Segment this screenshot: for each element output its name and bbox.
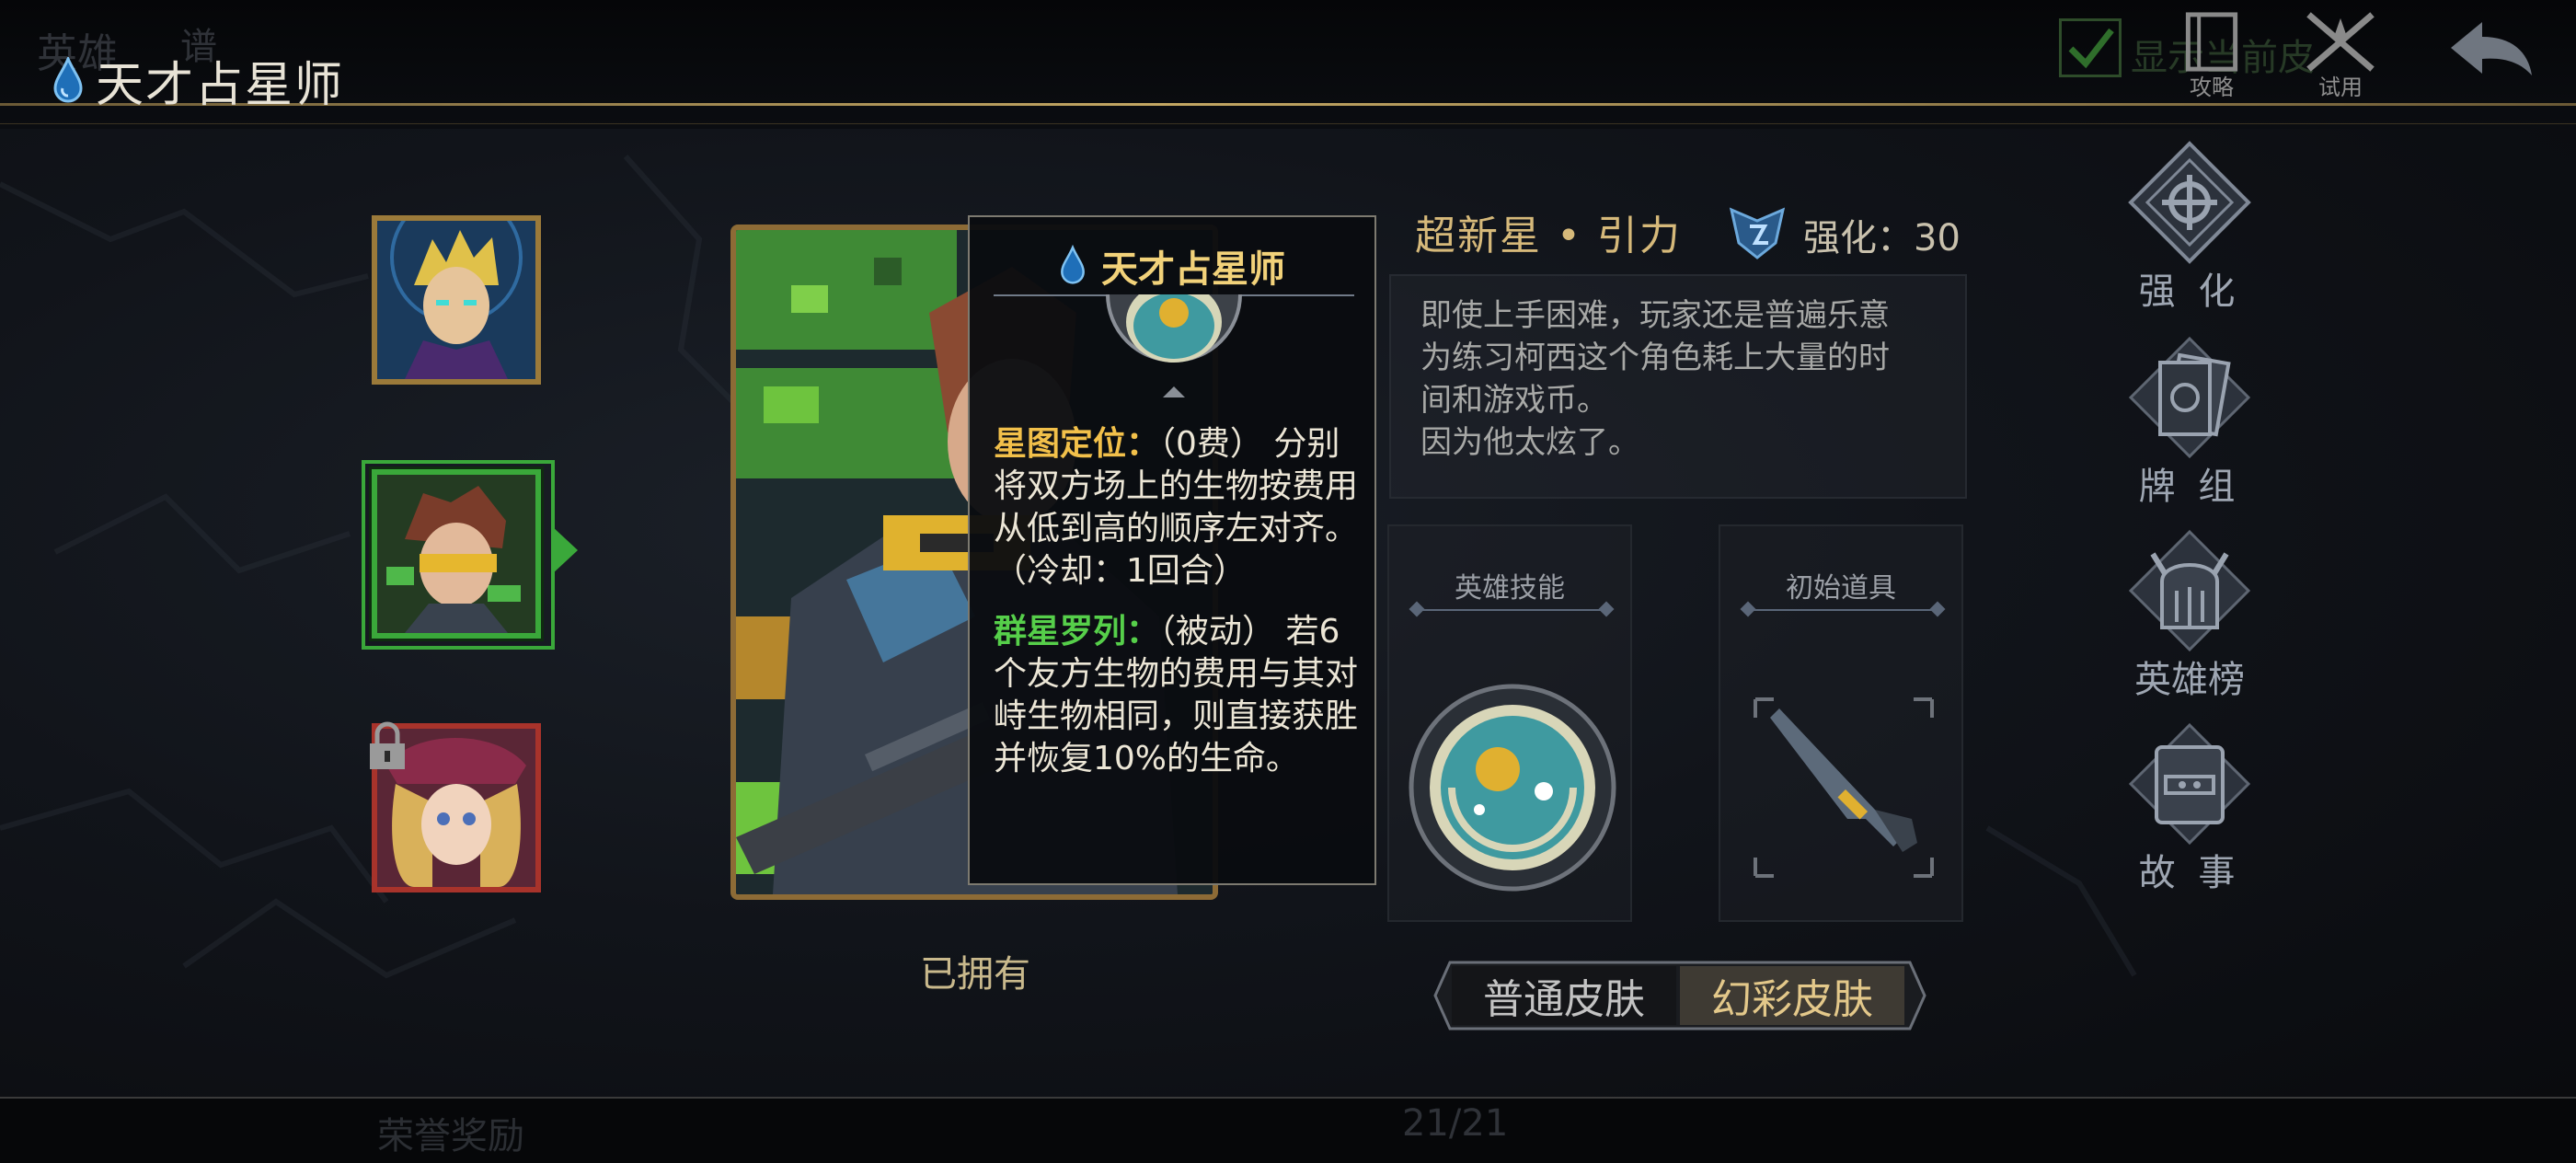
lock-icon [370, 721, 405, 769]
skill-tooltip: 天才占星师 星图定位：（0费） 分别将双方场上的生物按费用从低到高的顺序左对齐。… [968, 215, 1376, 885]
skill-2: 群星罗列：（被动） 若6个友方生物的费用与其对峙生物相同，则直接获胜并恢复10%… [994, 611, 1362, 780]
page-title: 天才占星师 [96, 58, 345, 113]
nav-deck-label: 牌 组 [2138, 466, 2241, 508]
hero-portrait-astrologer [377, 475, 535, 633]
skill-emblem-icon [1106, 294, 1242, 397]
hero-skill-emblem-icon [1409, 684, 1616, 892]
hero-thumb-1[interactable] [372, 215, 541, 385]
page-indicator: 21/21 [1402, 1102, 1509, 1145]
tooltip-title: 天才占星师 [1101, 248, 1285, 291]
skill-1-name: 星图定位： [994, 425, 1160, 463]
show-current-skin-checkbox[interactable] [2059, 18, 2122, 77]
nav-ranking[interactable]: 英雄榜 [2116, 526, 2263, 710]
trial-button[interactable]: 试用 [2294, 9, 2386, 101]
check-icon [2068, 28, 2114, 69]
nav-deck[interactable]: 牌 组 [2116, 333, 2263, 517]
skin-name: 超新星 • 引力 [1415, 213, 1682, 259]
hero-thumb-2[interactable] [372, 469, 541, 639]
description-box: 即使上手困难，玩家还是普遍乐意 为练习柯西这个角色耗上大量的时 间和游戏币。 因… [1389, 274, 1967, 499]
honor-rewards-label[interactable]: 荣誉奖励 [377, 1106, 524, 1159]
helmet-icon [2128, 529, 2251, 652]
start-item-slot[interactable]: 初始道具 [1719, 524, 1963, 922]
start-item-label: 初始道具 [1786, 572, 1896, 605]
tooltip-title-row: 天才占星师 [970, 239, 1374, 293]
water-drop-icon [1061, 245, 1085, 284]
top-divider [0, 123, 2576, 124]
hero-skill-label: 英雄技能 [1455, 572, 1565, 605]
hero-skill-slot[interactable]: 英雄技能 [1387, 524, 1632, 922]
enhance-level: 强化：30 [1803, 217, 1961, 259]
hero-portrait-blonde [377, 221, 535, 379]
gun-item-icon [1754, 697, 1934, 878]
page-title-group: 天才占星师 [52, 46, 344, 115]
guide-button[interactable]: 攻略 [2166, 9, 2258, 101]
skill-2-name: 群星罗列： [994, 613, 1160, 651]
skin-description: 即使上手困难，玩家还是普遍乐意 为练习柯西这个角色耗上大量的时 间和游戏币。 因… [1420, 297, 1890, 461]
skill-1-cost: （0费） [1159, 425, 1263, 463]
guide-label: 攻略 [2190, 75, 2234, 100]
normal-skin-button[interactable]: 普通皮肤 [1452, 966, 1676, 1025]
top-gold-divider [0, 103, 2576, 106]
enhance-badge-icon [1729, 207, 1786, 259]
crossed-swords-icon [2306, 12, 2375, 72]
cards-icon [2128, 336, 2251, 459]
slot-divider [1748, 609, 1938, 611]
slot-divider [1417, 609, 1606, 611]
book-icon [2185, 12, 2238, 72]
book-story-icon [2128, 722, 2251, 846]
nav-enhance[interactable]: 强 化 [2116, 138, 2263, 322]
selection-arrow-icon [552, 526, 578, 574]
back-arrow-icon[interactable] [2445, 17, 2537, 81]
nav-ranking-label: 英雄榜 [2134, 659, 2245, 701]
nav-enhance-label: 强 化 [2138, 271, 2241, 313]
skill-2-cost: （被动） [1159, 613, 1276, 651]
skill-1: 星图定位：（0费） 分别将双方场上的生物按费用从低到高的顺序左对齐。（冷却：1回… [994, 423, 1362, 593]
nav-story-label: 故 事 [2138, 852, 2241, 894]
tooltip-body: 星图定位：（0费） 分别将双方场上的生物按费用从低到高的顺序左对齐。（冷却：1回… [994, 423, 1362, 799]
bottom-divider [0, 1097, 2576, 1099]
trial-label: 试用 [2318, 75, 2363, 100]
skin-toggle: 普通皮肤 幻彩皮肤 [1432, 959, 1928, 1032]
owned-status: 已拥有 [920, 953, 1030, 996]
nav-story[interactable]: 故 事 [2116, 720, 2263, 904]
enhance-icon [2128, 141, 2251, 264]
illusion-skin-button[interactable]: 幻彩皮肤 [1680, 966, 1904, 1025]
water-drop-icon [53, 56, 83, 102]
